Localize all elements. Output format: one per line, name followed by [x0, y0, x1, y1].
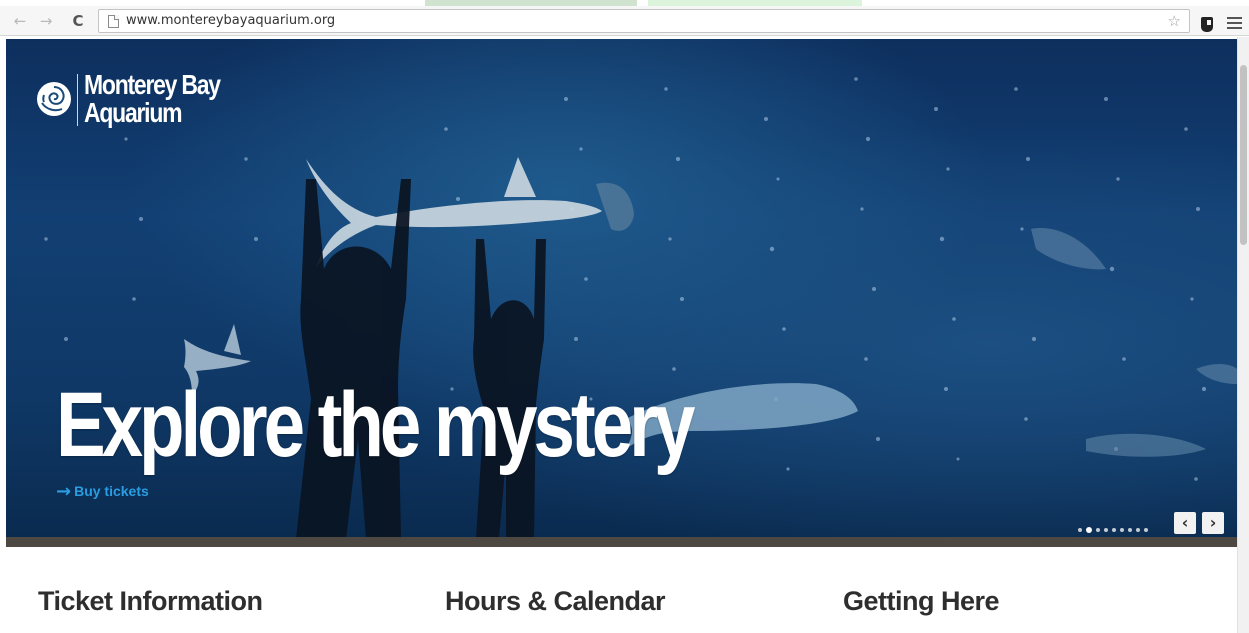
browser-toolbar: ← → C www.montereybayaquarium.org ☆ [0, 6, 1249, 36]
address-bar[interactable]: www.montereybayaquarium.org ☆ [98, 9, 1190, 33]
forward-button[interactable]: → [36, 11, 56, 31]
aquarium-logo-icon [37, 82, 71, 116]
scroll-thumb[interactable] [1240, 65, 1247, 245]
carousel-dot[interactable] [1078, 527, 1082, 532]
url-text[interactable]: www.montereybayaquarium.org [126, 13, 335, 29]
menu-icon[interactable] [1227, 17, 1242, 30]
reload-button[interactable]: C [68, 11, 88, 31]
carousel-dot[interactable] [1120, 527, 1124, 532]
buy-tickets-link[interactable]: → Buy tickets [56, 482, 149, 501]
carousel-pagination [1078, 521, 1152, 533]
logo-divider [77, 74, 78, 126]
hero-carousel: Monterey Bay Aquarium Explore the myster… [6, 39, 1237, 547]
logo-wordmark: Monterey Bay Aquarium [84, 71, 223, 127]
carousel-prev-button[interactable]: ‹ [1174, 512, 1196, 534]
carousel-dot[interactable] [1136, 527, 1140, 532]
carousel-dot[interactable] [1086, 526, 1092, 533]
carousel-dot[interactable] [1144, 527, 1148, 532]
hero-headline: Explore the mystery [56, 374, 695, 476]
back-button[interactable]: ← [10, 11, 30, 31]
buy-tickets-label: Buy tickets [74, 483, 149, 499]
page-icon [108, 15, 119, 28]
carousel-dot[interactable] [1112, 527, 1116, 532]
extension-icon[interactable] [1201, 17, 1213, 32]
carousel-dot[interactable] [1104, 527, 1108, 532]
getting-here-heading[interactable]: Getting Here [843, 586, 1000, 617]
tank-floor [6, 537, 1237, 547]
silhouettes-decor [296, 179, 546, 539]
page-scrollbar[interactable] [1237, 37, 1249, 633]
carousel-dot[interactable] [1096, 527, 1100, 532]
bookmark-star-icon[interactable]: ☆ [1168, 12, 1181, 30]
carousel-next-button[interactable]: › [1202, 512, 1224, 534]
hours-calendar-heading[interactable]: Hours & Calendar [445, 586, 666, 617]
ticket-information-heading[interactable]: Ticket Information [38, 586, 263, 617]
logo-line-2: Aquarium [84, 97, 183, 128]
carousel-dot[interactable] [1128, 527, 1132, 532]
page-viewport: Monterey Bay Aquarium Explore the myster… [0, 37, 1249, 633]
logo-line-1: Monterey Bay [84, 69, 221, 100]
arrow-right-icon: → [56, 481, 72, 502]
